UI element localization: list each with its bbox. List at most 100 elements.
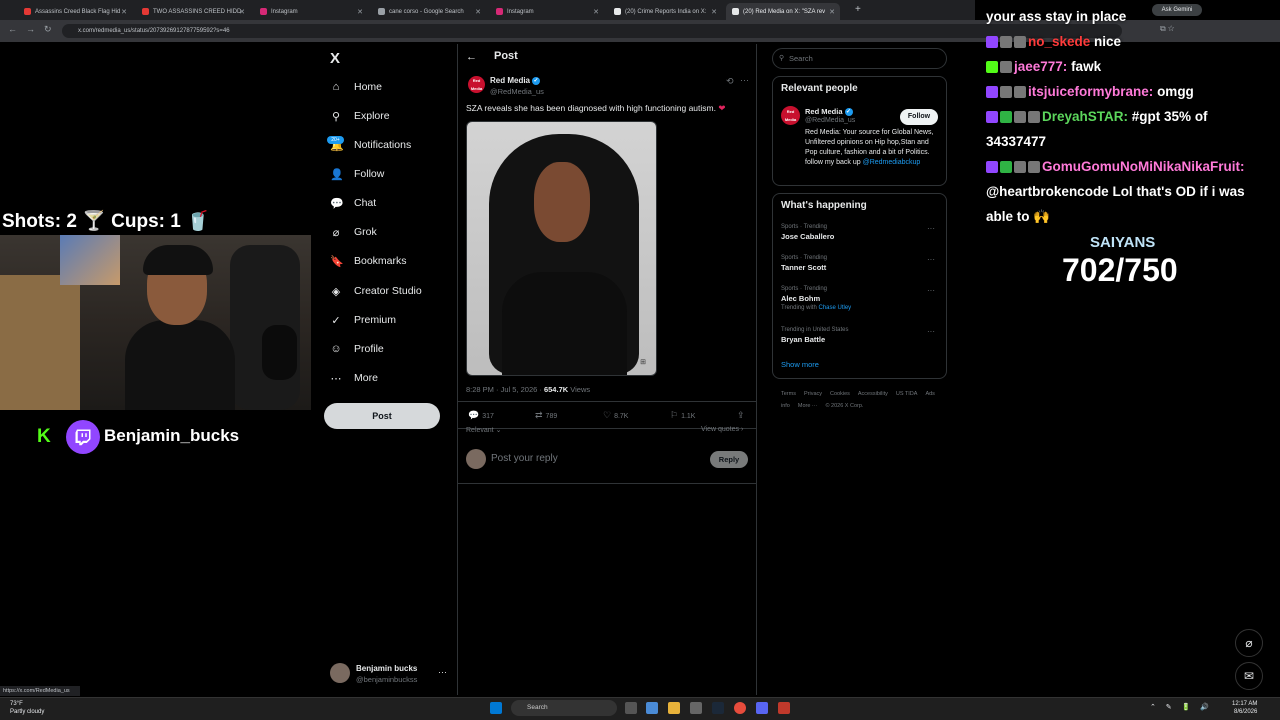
account-more-icon[interactable]: ··· <box>438 667 447 677</box>
author-avatar[interactable]: Red Media <box>468 76 485 93</box>
sort-relevant-dropdown[interactable]: Relevant ⌄ <box>466 426 501 434</box>
reply-action[interactable]: 💬 317 <box>468 410 494 421</box>
relevant-person-name[interactable]: Red Media ✓ <box>805 107 853 117</box>
view-quotes-link[interactable]: View quotes › <box>701 426 743 433</box>
browser-tab[interactable]: TWO ASSASSINS CREED HIDD ✕ <box>136 3 250 20</box>
chat-badge-icon <box>1000 111 1012 124</box>
forward-icon[interactable]: → <box>26 24 35 34</box>
steam-icon[interactable] <box>712 702 724 714</box>
nav-item-follow[interactable]: 👤 Follow <box>330 163 384 185</box>
weather-widget[interactable]: 73°F Partly cloudy <box>10 700 44 716</box>
browser-tab[interactable]: (20) Red Media on X: "SZA rev ✕ <box>726 3 840 20</box>
tab-close-icon[interactable]: ✕ <box>239 8 245 16</box>
browser-tab[interactable]: (20) Crime Reports India on X: ✕ <box>608 3 722 20</box>
footer-link[interactable]: US TIDA <box>896 391 918 397</box>
system-tray[interactable]: ⌃ ✎ 🔋 🔊 <box>1150 703 1213 711</box>
back-arrow-icon[interactable]: ← <box>466 51 477 63</box>
grok-float-icon[interactable]: ⌀ <box>1235 629 1263 657</box>
chat-message: DreyahSTAR: #gpt 35% of <box>986 104 1280 129</box>
account-name[interactable]: Benjamin bucks <box>356 664 417 673</box>
post-button[interactable]: Post <box>324 403 440 429</box>
copilot-icon[interactable] <box>646 702 658 714</box>
file-explorer-icon[interactable] <box>668 702 680 714</box>
tab-close-icon[interactable]: ✕ <box>593 8 599 16</box>
footer-link[interactable]: Accessibility <box>858 391 888 397</box>
nav-item-premium[interactable]: ✓ Premium <box>330 309 396 331</box>
settings-icon[interactable] <box>690 702 702 714</box>
chrome-icon[interactable] <box>734 702 746 714</box>
discord-icon[interactable] <box>756 702 768 714</box>
grok-icon[interactable]: ⟲ <box>726 76 734 87</box>
trend-more-icon[interactable]: ··· <box>927 224 935 233</box>
more-options-icon[interactable]: ··· <box>740 75 749 85</box>
chat-username: DreyahSTAR: <box>1042 109 1129 124</box>
nav-label: Notifications <box>354 139 412 151</box>
browser-tab[interactable]: Instagram ✕ <box>254 3 368 20</box>
reply-button[interactable]: Reply <box>710 451 748 468</box>
trend-more-icon[interactable]: ··· <box>927 255 935 264</box>
tab-close-icon[interactable]: ✕ <box>829 8 835 16</box>
tab-close-icon[interactable]: ✕ <box>711 8 717 16</box>
back-icon[interactable]: ← <box>8 24 17 34</box>
bio-link[interactable]: @Redmediabckup <box>863 159 921 166</box>
browser-tab[interactable]: Assassins Creed Black Flag Hid ✕ <box>18 3 132 20</box>
nav-item-profile[interactable]: ☺ Profile <box>330 338 383 360</box>
reply-input[interactable]: Post your reply <box>491 453 558 464</box>
nav-item-explore[interactable]: ⚲ Explore <box>330 105 390 127</box>
image-menu-icon[interactable]: ⊞ <box>640 358 646 366</box>
x-logo[interactable]: X <box>330 50 340 67</box>
footer-link[interactable]: © 2026 X Corp. <box>825 403 863 409</box>
post-image[interactable]: ⊞ <box>466 121 657 376</box>
trend-more-icon[interactable]: ··· <box>927 286 935 295</box>
footer-link[interactable]: Terms <box>781 391 796 397</box>
author-name-text[interactable]: Red Media <box>490 76 530 85</box>
reload-icon[interactable]: ↻ <box>44 24 52 35</box>
account-avatar[interactable] <box>330 663 350 683</box>
trend-item[interactable]: Sports · Trending Tanner Scott ··· <box>781 255 941 272</box>
messages-float-icon[interactable]: ✉ <box>1235 662 1263 690</box>
browser-tab[interactable]: cane corso - Google Search ✕ <box>372 3 486 20</box>
repost-action[interactable]: ⇄ 789 <box>535 410 557 421</box>
footer-link[interactable]: More ··· <box>798 403 818 409</box>
chat-badge-icon <box>1000 161 1012 174</box>
tab-close-icon[interactable]: ✕ <box>121 8 127 16</box>
tab-close-icon[interactable]: ✕ <box>357 8 363 16</box>
author-name[interactable]: Red Media ✓ <box>490 76 541 85</box>
trend-item[interactable]: Trending in United States Bryan Battle ··· <box>781 327 941 344</box>
new-tab-button[interactable]: + <box>855 4 861 15</box>
trend-more-icon[interactable]: ··· <box>927 327 935 336</box>
trend-context: Sports · Trending <box>781 286 828 292</box>
app-icon[interactable] <box>778 702 790 714</box>
trend-with-link[interactable]: Chase Utley <box>818 305 851 311</box>
post-time[interactable]: 8:28 PM · Jul 5, 2026 · <box>466 385 542 394</box>
like-action[interactable]: ♡ 8.7K <box>603 410 628 421</box>
browser-tab[interactable]: Instagram ✕ <box>490 3 604 20</box>
taskbar-search[interactable]: Search <box>511 700 617 716</box>
trend-item[interactable]: Sports · Trending Alec Bohm Trending with … <box>781 286 941 311</box>
nav-item-more[interactable]: ⋯ More <box>330 367 378 389</box>
share-icon[interactable]: ⇪ <box>737 410 748 421</box>
nav-item-grok[interactable]: ⌀ Grok <box>330 221 377 243</box>
footer-link[interactable]: Cookies <box>830 391 850 397</box>
address-bar[interactable]: x.com/redmedia_us/status/207392691278775… <box>62 24 1122 38</box>
tab-favicon-icon <box>260 8 267 15</box>
follow-button[interactable]: Follow <box>900 109 938 125</box>
relevant-person-avatar[interactable]: Red Media <box>781 106 800 125</box>
taskbar-clock[interactable]: 12:17 AM 8/6/2026 <box>1232 700 1257 716</box>
nav-item-home[interactable]: ⌂ Home <box>330 76 382 98</box>
sub-goal-count: 702/750 <box>1062 252 1178 288</box>
trend-title: Alec Bohm <box>781 294 821 303</box>
author-handle[interactable]: @RedMedia_us <box>490 87 544 96</box>
trend-item[interactable]: Sports · Trending Jose Caballero ··· <box>781 224 941 241</box>
bookmark-action[interactable]: ⚐ 1.1K <box>670 410 695 421</box>
relevant-person-name-text[interactable]: Red Media <box>805 107 843 116</box>
nav-item-creator-studio[interactable]: ◈ Creator Studio <box>330 280 422 302</box>
search-input[interactable]: ⚲ Search <box>772 48 947 69</box>
nav-item-chat[interactable]: 💬 Chat <box>330 192 376 214</box>
footer-link[interactable]: Privacy <box>804 391 822 397</box>
tab-close-icon[interactable]: ✕ <box>475 8 481 16</box>
nav-item-bookmarks[interactable]: 🔖 Bookmarks <box>330 250 407 272</box>
show-more-link[interactable]: Show more <box>781 360 819 369</box>
windows-start-icon[interactable] <box>490 702 502 714</box>
task-view-icon[interactable] <box>625 702 637 714</box>
